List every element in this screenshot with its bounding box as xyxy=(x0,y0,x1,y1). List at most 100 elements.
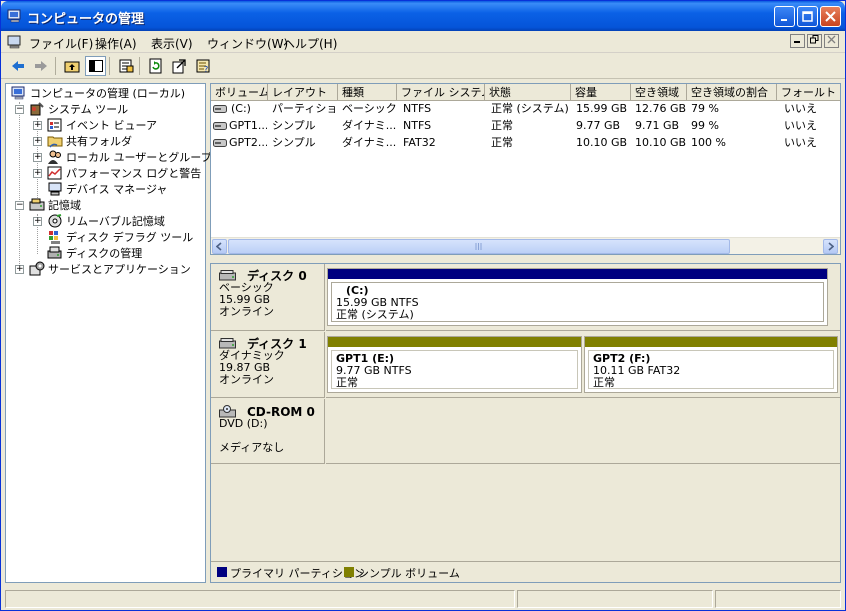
cell-capacity: 10.10 GB xyxy=(576,136,628,149)
tree-item-system-tools[interactable]: システム ツール xyxy=(29,101,128,117)
cell-layout: シンプル xyxy=(272,119,316,132)
partition-c[interactable]: (C:) 15.99 GB NTFS 正常 (システム) xyxy=(327,268,828,326)
status-segment xyxy=(517,590,713,608)
tree-item-device-manager[interactable]: デバイス マネージャ xyxy=(47,181,167,197)
table-row[interactable]: GPT1... シンプル ダイナミ... NTFS 正常 9.77 GB 9.7… xyxy=(211,118,840,134)
cell-capacity: 15.99 GB xyxy=(576,102,628,115)
help-button[interactable]: ? xyxy=(192,56,213,76)
legend-simple-swatch xyxy=(344,567,354,577)
tree-item-event-viewer[interactable]: イベント ビューア xyxy=(47,117,157,133)
expand-local-users-toggle[interactable]: + xyxy=(33,153,42,162)
tree-item-disk-management[interactable]: ディスクの管理 xyxy=(47,245,143,261)
close-button[interactable] xyxy=(820,6,841,27)
status-segment xyxy=(715,590,841,608)
menu-file[interactable]: ファイル(F) xyxy=(29,35,93,52)
refresh-button[interactable] xyxy=(145,56,166,76)
column-header-status[interactable]: 状態 xyxy=(485,84,571,101)
cell-free-percent: 79 % xyxy=(691,102,719,115)
scroll-left-button[interactable] xyxy=(212,239,227,254)
expand-event-viewer-toggle[interactable]: + xyxy=(33,121,42,130)
tree-item-storage[interactable]: 記憶域 xyxy=(29,197,81,213)
shared-folder-icon xyxy=(47,136,63,148)
partition-gpt1[interactable]: GPT1 (E:) 9.77 GB NTFS 正常 xyxy=(327,336,582,393)
simple-volume-bar xyxy=(328,337,581,347)
column-header-volume[interactable]: ボリューム xyxy=(211,84,268,101)
cdrom-0-label[interactable]: CD-ROM 0 DVD (D:) メディアなし xyxy=(211,399,325,464)
collapse-system-tools-toggle[interactable]: − xyxy=(15,105,24,114)
tree-item-defrag[interactable]: ディスク デフラグ ツール xyxy=(47,229,193,245)
legend: プライマリ パーティション シンプル ボリューム xyxy=(211,561,840,581)
grip-icon xyxy=(475,243,482,250)
close-icon xyxy=(825,11,836,22)
partition-gpt2[interactable]: GPT2 (F:) 10.11 GB FAT32 正常 xyxy=(584,336,838,393)
simple-volume-bar xyxy=(585,337,837,347)
cell-volume: GPT1... xyxy=(229,119,267,132)
svg-text:?: ? xyxy=(204,65,208,74)
services-icon xyxy=(29,261,45,276)
document-window-icon[interactable] xyxy=(7,35,23,49)
back-button[interactable] xyxy=(7,56,28,76)
show-tree-icon xyxy=(88,60,103,72)
mdi-restore-button[interactable] xyxy=(807,34,822,48)
horizontal-scrollbar[interactable] xyxy=(211,237,840,254)
expand-removable-toggle[interactable]: + xyxy=(33,217,42,226)
tree-item-label: デバイス マネージャ xyxy=(66,183,168,196)
column-header-fault-tolerance[interactable]: フォールト ト xyxy=(777,84,840,101)
primary-partition-bar xyxy=(328,269,827,279)
properties-icon xyxy=(119,59,133,73)
up-folder-button[interactable] xyxy=(61,56,82,76)
tree-root[interactable]: コンピュータの管理 (ローカル) xyxy=(11,85,185,101)
menu-window[interactable]: ウィンドウ(W) xyxy=(207,35,288,52)
mdi-close-button[interactable] xyxy=(824,34,839,48)
defrag-icon xyxy=(49,231,60,244)
table-row[interactable]: (C:) パーティション ベーシック NTFS 正常 (システム) 15.99 … xyxy=(211,101,840,117)
volume-icon xyxy=(213,139,227,147)
maximize-button[interactable] xyxy=(797,6,818,27)
scroll-thumb[interactable] xyxy=(228,239,730,254)
tree-item-label: ディスク デフラグ ツール xyxy=(66,231,194,244)
show-tree-button[interactable] xyxy=(85,56,106,76)
tree-item-local-users[interactable]: ローカル ユーザーとグループ xyxy=(47,149,212,165)
tree-item-shared-folders[interactable]: 共有フォルダ xyxy=(47,133,132,149)
tree-item-removable-storage[interactable]: リムーバブル記憶域 xyxy=(47,213,165,229)
cell-fault-tolerance: いいえ xyxy=(784,102,817,115)
table-row[interactable]: GPT2... シンプル ダイナミ... FAT32 正常 10.10 GB 1… xyxy=(211,135,840,151)
tree-connector xyxy=(37,118,38,206)
expand-services-toggle[interactable]: + xyxy=(15,265,24,274)
expand-shared-folders-toggle[interactable]: + xyxy=(33,137,42,146)
column-header-free-percent[interactable]: 空き領域の割合 xyxy=(687,84,777,101)
partition-info: 9.77 GB NTFS xyxy=(336,364,412,377)
mdi-minimize-button[interactable] xyxy=(790,34,805,48)
title-bar[interactable]: コンピュータの管理 xyxy=(1,1,845,31)
disk-1-label[interactable]: ディスク 1 ダイナミック 19.87 GB オンライン xyxy=(211,332,325,398)
cell-free-space: 10.10 GB xyxy=(635,136,687,149)
collapse-storage-toggle[interactable]: − xyxy=(15,201,24,210)
toolbar-separator xyxy=(55,57,56,75)
expand-perf-logs-toggle[interactable]: + xyxy=(33,169,42,178)
help-icon: ? xyxy=(196,59,209,74)
column-header-free-space[interactable]: 空き領域 xyxy=(631,84,687,101)
column-header-layout[interactable]: レイアウト xyxy=(268,84,338,101)
menu-action[interactable]: 操作(A) xyxy=(95,35,137,52)
properties-button[interactable] xyxy=(115,56,136,76)
partition-details: (C:) 15.99 GB NTFS 正常 (システム) xyxy=(331,282,824,322)
legend-simple-label: シンプル ボリューム xyxy=(358,567,460,580)
export-list-button[interactable] xyxy=(168,56,189,76)
tree-item-perf-logs[interactable]: パフォーマンス ログと警告 xyxy=(47,165,201,181)
minimize-button[interactable] xyxy=(774,6,795,27)
scroll-right-button[interactable] xyxy=(823,239,838,254)
minimize-icon xyxy=(780,18,787,21)
column-header-filesystem[interactable]: ファイル システム xyxy=(397,84,485,101)
menu-bar: ファイル(F) 操作(A) 表示(V) ウィンドウ(W) ヘルプ(H) xyxy=(1,31,845,53)
forward-button[interactable] xyxy=(30,56,51,76)
column-header-type[interactable]: 種類 xyxy=(338,84,397,101)
tree-item-services-apps[interactable]: サービスとアプリケーション xyxy=(29,261,191,277)
menu-view[interactable]: 表示(V) xyxy=(151,35,193,52)
column-header-capacity[interactable]: 容量 xyxy=(571,84,631,101)
menu-help[interactable]: ヘルプ(H) xyxy=(283,35,337,52)
disk-0-label[interactable]: ディスク 0 ベーシック 15.99 GB オンライン xyxy=(211,264,325,331)
partition-status: 正常 xyxy=(593,376,615,389)
device-manager-icon xyxy=(48,182,62,196)
restore-icon xyxy=(810,35,819,44)
cell-fault-tolerance: いいえ xyxy=(784,119,817,132)
